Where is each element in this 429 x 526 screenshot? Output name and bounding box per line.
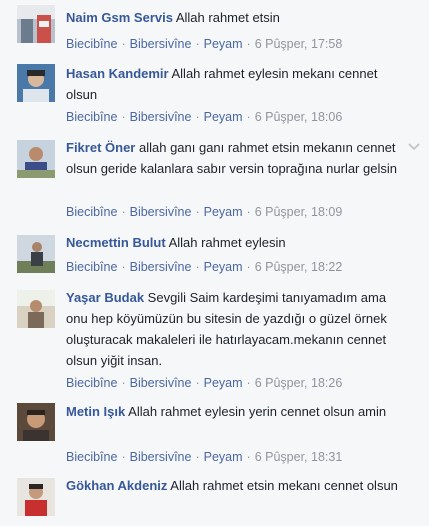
comment-author-link[interactable]: Metin Işık xyxy=(66,404,125,419)
avatar[interactable] xyxy=(17,478,55,516)
comment-body: Fikret Öner allah ganı ganı rahmet etsin… xyxy=(66,137,408,179)
message-link[interactable]: Peyam xyxy=(204,37,243,51)
like-link[interactable]: Biecibîne xyxy=(66,376,117,390)
separator: · xyxy=(195,37,200,51)
separator: · xyxy=(246,37,251,51)
comment-text: Allah rahmet etsin mekanı cennet olsun xyxy=(170,478,398,493)
comment-body: Gökhan Akdeniz Allah rahmet etsin mekanı… xyxy=(66,475,408,496)
comment-body: Necmettin Bulut Allah rahmet eylesin xyxy=(66,232,408,253)
separator: · xyxy=(121,205,126,219)
comment-timestamp[interactable]: 6 Pûşper, 18:06 xyxy=(255,110,343,124)
like-link[interactable]: Biecibîne xyxy=(66,205,117,219)
like-link[interactable]: Biecibîne xyxy=(66,37,117,51)
separator: · xyxy=(195,110,200,124)
separator: · xyxy=(121,260,126,274)
comment-actions: Biecibîne · Bibersivîne · Peyam · 6 Pûşper, 17… xyxy=(66,36,342,52)
comment-timestamp[interactable]: 6 Pûşper, 18:31 xyxy=(255,450,343,464)
like-link[interactable]: Biecibîne xyxy=(66,450,117,464)
reply-link[interactable]: Bibersivîne xyxy=(130,37,192,51)
comment-body: Hasan Kandemir Allah rahmet eylesin meka… xyxy=(66,63,408,105)
comment-body: Naim Gsm Servis Allah rahmet etsin xyxy=(66,7,408,28)
message-link[interactable]: Peyam xyxy=(204,376,243,390)
separator: · xyxy=(195,260,200,274)
separator: · xyxy=(246,450,251,464)
avatar[interactable] xyxy=(17,290,55,328)
comment-author-link[interactable]: Necmettin Bulut xyxy=(66,235,166,250)
separator: · xyxy=(195,450,200,464)
reply-link[interactable]: Bibersivîne xyxy=(130,450,192,464)
separator: · xyxy=(246,376,251,390)
avatar[interactable] xyxy=(17,403,55,441)
reply-link[interactable]: Bibersivîne xyxy=(130,205,192,219)
comment-text: Allah rahmet eylesin yerin cennet olsun … xyxy=(128,404,387,419)
comment-timestamp[interactable]: 6 Pûşper, 18:26 xyxy=(255,376,343,390)
message-link[interactable]: Peyam xyxy=(204,205,243,219)
separator: · xyxy=(195,205,200,219)
comment-author-link[interactable]: Naim Gsm Servis xyxy=(66,10,173,25)
comment-author-link[interactable]: Hasan Kandemir xyxy=(66,66,169,81)
comment-actions: Biecibîne · Bibersivîne · Peyam · 6 Pûşper, 18… xyxy=(66,259,342,275)
avatar[interactable] xyxy=(17,5,55,43)
separator: · xyxy=(195,376,200,390)
avatar[interactable] xyxy=(17,64,55,102)
separator: · xyxy=(246,260,251,274)
comment-actions: Biecibîne · Bibersivîne · Peyam · 6 Pûşper, 18… xyxy=(66,375,342,391)
separator: · xyxy=(246,205,251,219)
reply-link[interactable]: Bibersivîne xyxy=(130,110,192,124)
like-link[interactable]: Biecibîne xyxy=(66,260,117,274)
message-link[interactable]: Peyam xyxy=(204,110,243,124)
comment-timestamp[interactable]: 6 Pûşper, 18:22 xyxy=(255,260,343,274)
comment-text: Allah rahmet eylesin xyxy=(168,235,286,250)
avatar[interactable] xyxy=(17,235,55,273)
comment-author-link[interactable]: Fikret Öner xyxy=(66,140,135,155)
separator: · xyxy=(121,37,126,51)
comment-body: Yaşar Budak Sevgili Saim kardeşimi tanıy… xyxy=(66,287,408,371)
message-link[interactable]: Peyam xyxy=(204,450,243,464)
comment-text: Allah rahmet etsin xyxy=(175,10,280,25)
comment-timestamp[interactable]: 6 Pûşper, 17:58 xyxy=(255,37,343,51)
message-link[interactable]: Peyam xyxy=(204,260,243,274)
comment-author-link[interactable]: Yaşar Budak xyxy=(66,290,144,305)
comment-body: Metin Işık Allah rahmet eylesin yerin ce… xyxy=(66,401,408,422)
separator: · xyxy=(246,110,251,124)
chevron-down-icon[interactable] xyxy=(407,141,421,151)
comment-actions: Biecibîne · Bibersivîne · Peyam · 6 Pûşper, 18… xyxy=(66,204,342,220)
comment-timestamp[interactable]: 6 Pûşper, 18:09 xyxy=(255,205,343,219)
reply-link[interactable]: Bibersivîne xyxy=(130,260,192,274)
like-link[interactable]: Biecibîne xyxy=(66,110,117,124)
comment-author-link[interactable]: Gökhan Akdeniz xyxy=(66,478,167,493)
separator: · xyxy=(121,450,126,464)
avatar[interactable] xyxy=(17,140,55,178)
separator: · xyxy=(121,110,126,124)
reply-link[interactable]: Bibersivîne xyxy=(130,376,192,390)
separator: · xyxy=(121,376,126,390)
comment-actions: Biecibîne · Bibersivîne · Peyam · 6 Pûşper, 18… xyxy=(66,449,342,465)
comment-actions: Biecibîne · Bibersivîne · Peyam · 6 Pûşper, 18… xyxy=(66,109,342,125)
